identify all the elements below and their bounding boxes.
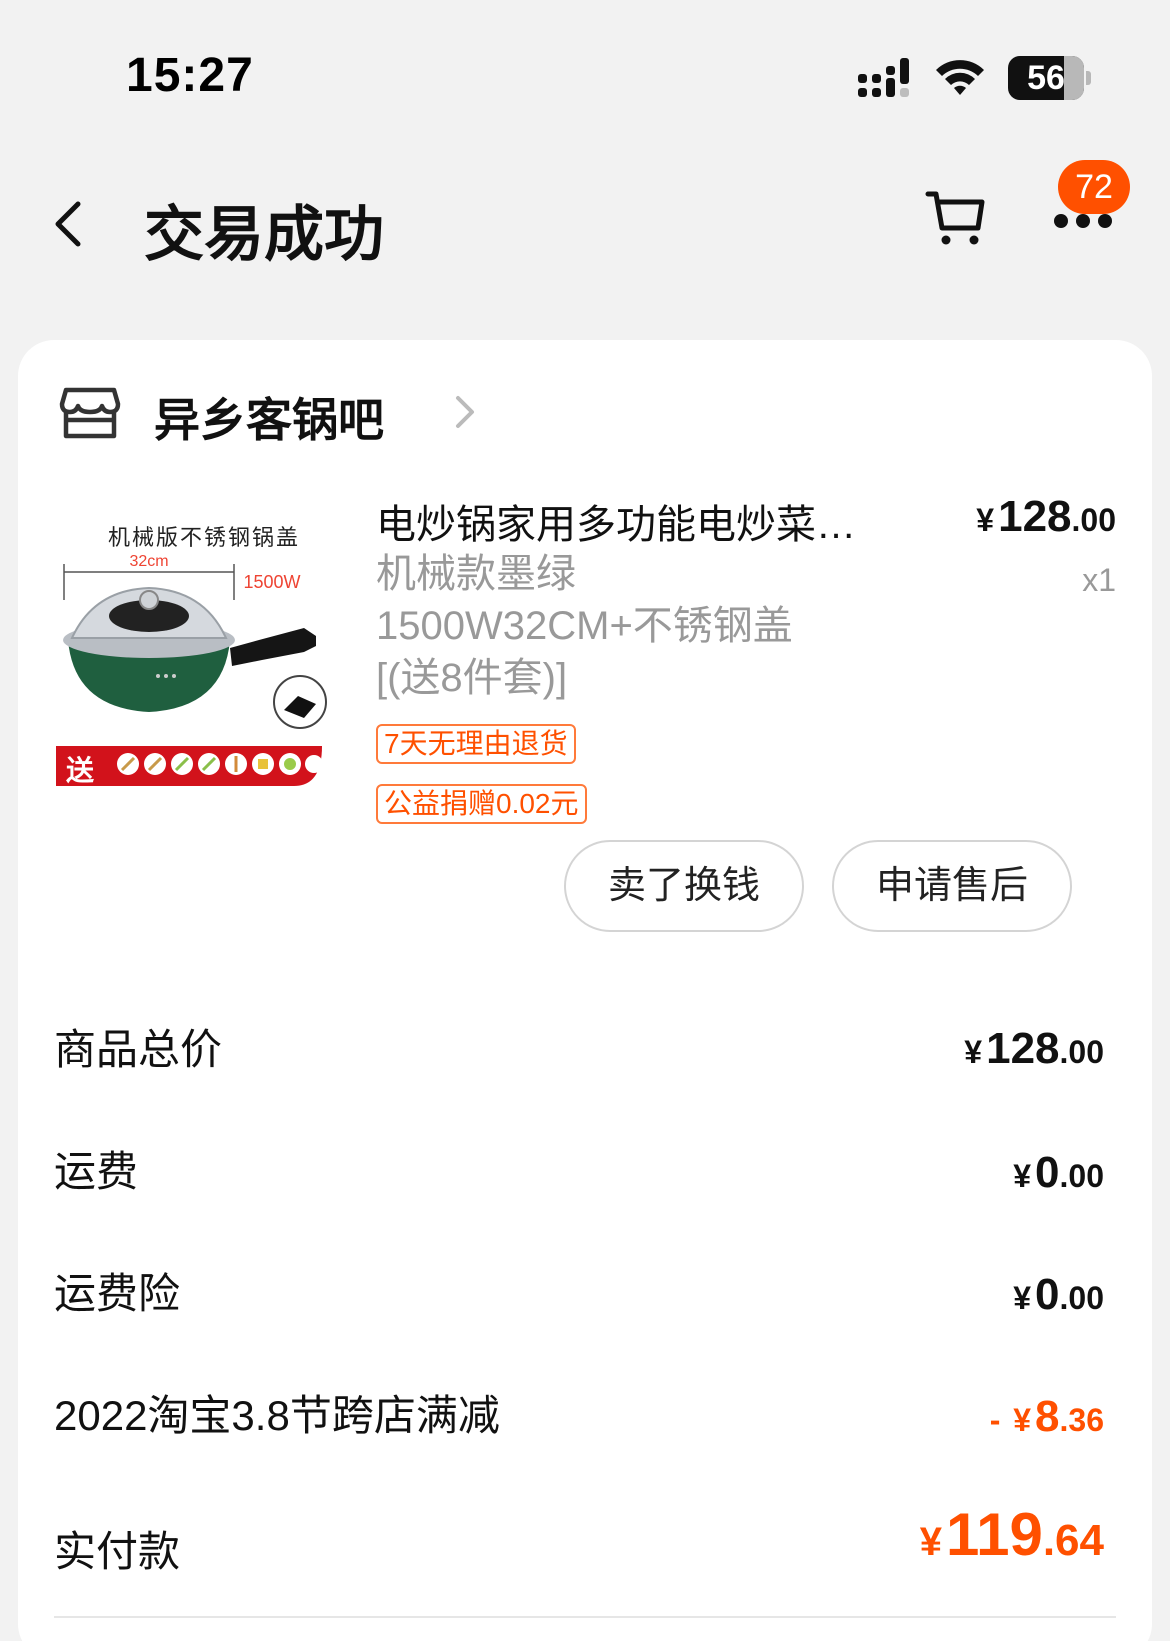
product-quantity: x1 (1082, 562, 1116, 598)
shop-header[interactable]: 异乡客锅吧 (58, 380, 558, 446)
sku-line: 机械款墨绿 (376, 552, 576, 596)
order-card: 异乡客锅吧 机械版不锈钢锅盖 32cm 1500W 送 电炒锅家用多功能电炒菜…… (18, 340, 1152, 1641)
promotion-row: 2022淘宝3.8节跨店满减 - ¥8.36 (54, 1376, 1116, 1456)
sku-line: 1500W32CM+不锈钢盖 (376, 604, 793, 648)
product-sku: 机械款墨绿 1500W32CM+不锈钢盖 [(送8件套)] (376, 548, 896, 704)
shop-icon (59, 387, 121, 439)
product-image[interactable]: 机械版不锈钢锅盖 32cm 1500W 送 (54, 490, 354, 790)
signal-icon (858, 58, 909, 97)
subtotal-value: ¥128.00 (964, 1024, 1104, 1073)
aftersale-button[interactable]: 申请售后 (832, 840, 1072, 932)
product-title[interactable]: 电炒锅家用多功能电炒菜… (376, 492, 936, 550)
back-arrow-icon[interactable] (44, 192, 94, 256)
subtotal-row: 商品总价 ¥128.00 (54, 1010, 1116, 1090)
paid-label: 实付款 (54, 1528, 181, 1575)
gift-label: 送 (66, 754, 94, 787)
shipping-label: 运费 (54, 1148, 139, 1195)
product-price: ¥128.00 (976, 492, 1116, 541)
image-size-label: 32cm (129, 553, 168, 570)
page-title: 交易成功 (144, 201, 384, 268)
paid-value: ¥119.64 (919, 1501, 1104, 1568)
shipping-insurance-label: 运费险 (54, 1270, 181, 1317)
nav-bar: 交易成功 72 (0, 160, 1170, 290)
battery-icon: 56 (1008, 56, 1091, 100)
chevron-right-icon (456, 396, 474, 428)
paid-row: 实付款 ¥119.64 (54, 1500, 1116, 1600)
message-count-badge: 72 (1058, 160, 1130, 214)
return-policy-tag: 7天无理由退货 (376, 724, 576, 764)
sku-line: [(送8件套)] (376, 656, 568, 700)
cart-icon[interactable] (924, 186, 988, 250)
subtotal-label: 商品总价 (54, 1026, 223, 1073)
shipping-row: 运费 ¥0.00 (54, 1132, 1116, 1212)
pan-illustration: 32cm 1500W 送 (56, 553, 327, 787)
image-power-label: 1500W (243, 572, 300, 592)
promotion-value: - ¥8.36 (989, 1392, 1104, 1441)
sell-button[interactable]: 卖了换钱 (564, 840, 804, 932)
shipping-insurance-row: 运费险 ¥0.00 (54, 1254, 1116, 1334)
divider (54, 1616, 1116, 1618)
donation-tag: 公益捐赠0.02元 (376, 784, 587, 824)
shop-name[interactable]: 异乡客锅吧 (154, 384, 384, 450)
wifi-icon (936, 60, 984, 95)
promotion-label: 2022淘宝3.8节跨店满减 (54, 1392, 500, 1439)
shipping-value: ¥0.00 (1013, 1148, 1104, 1197)
shipping-insurance-value: ¥0.00 (1013, 1270, 1104, 1319)
status-bar: 15:27 56 (0, 0, 1170, 150)
battery-level: 56 (1027, 59, 1065, 97)
status-time: 15:27 (126, 49, 254, 102)
